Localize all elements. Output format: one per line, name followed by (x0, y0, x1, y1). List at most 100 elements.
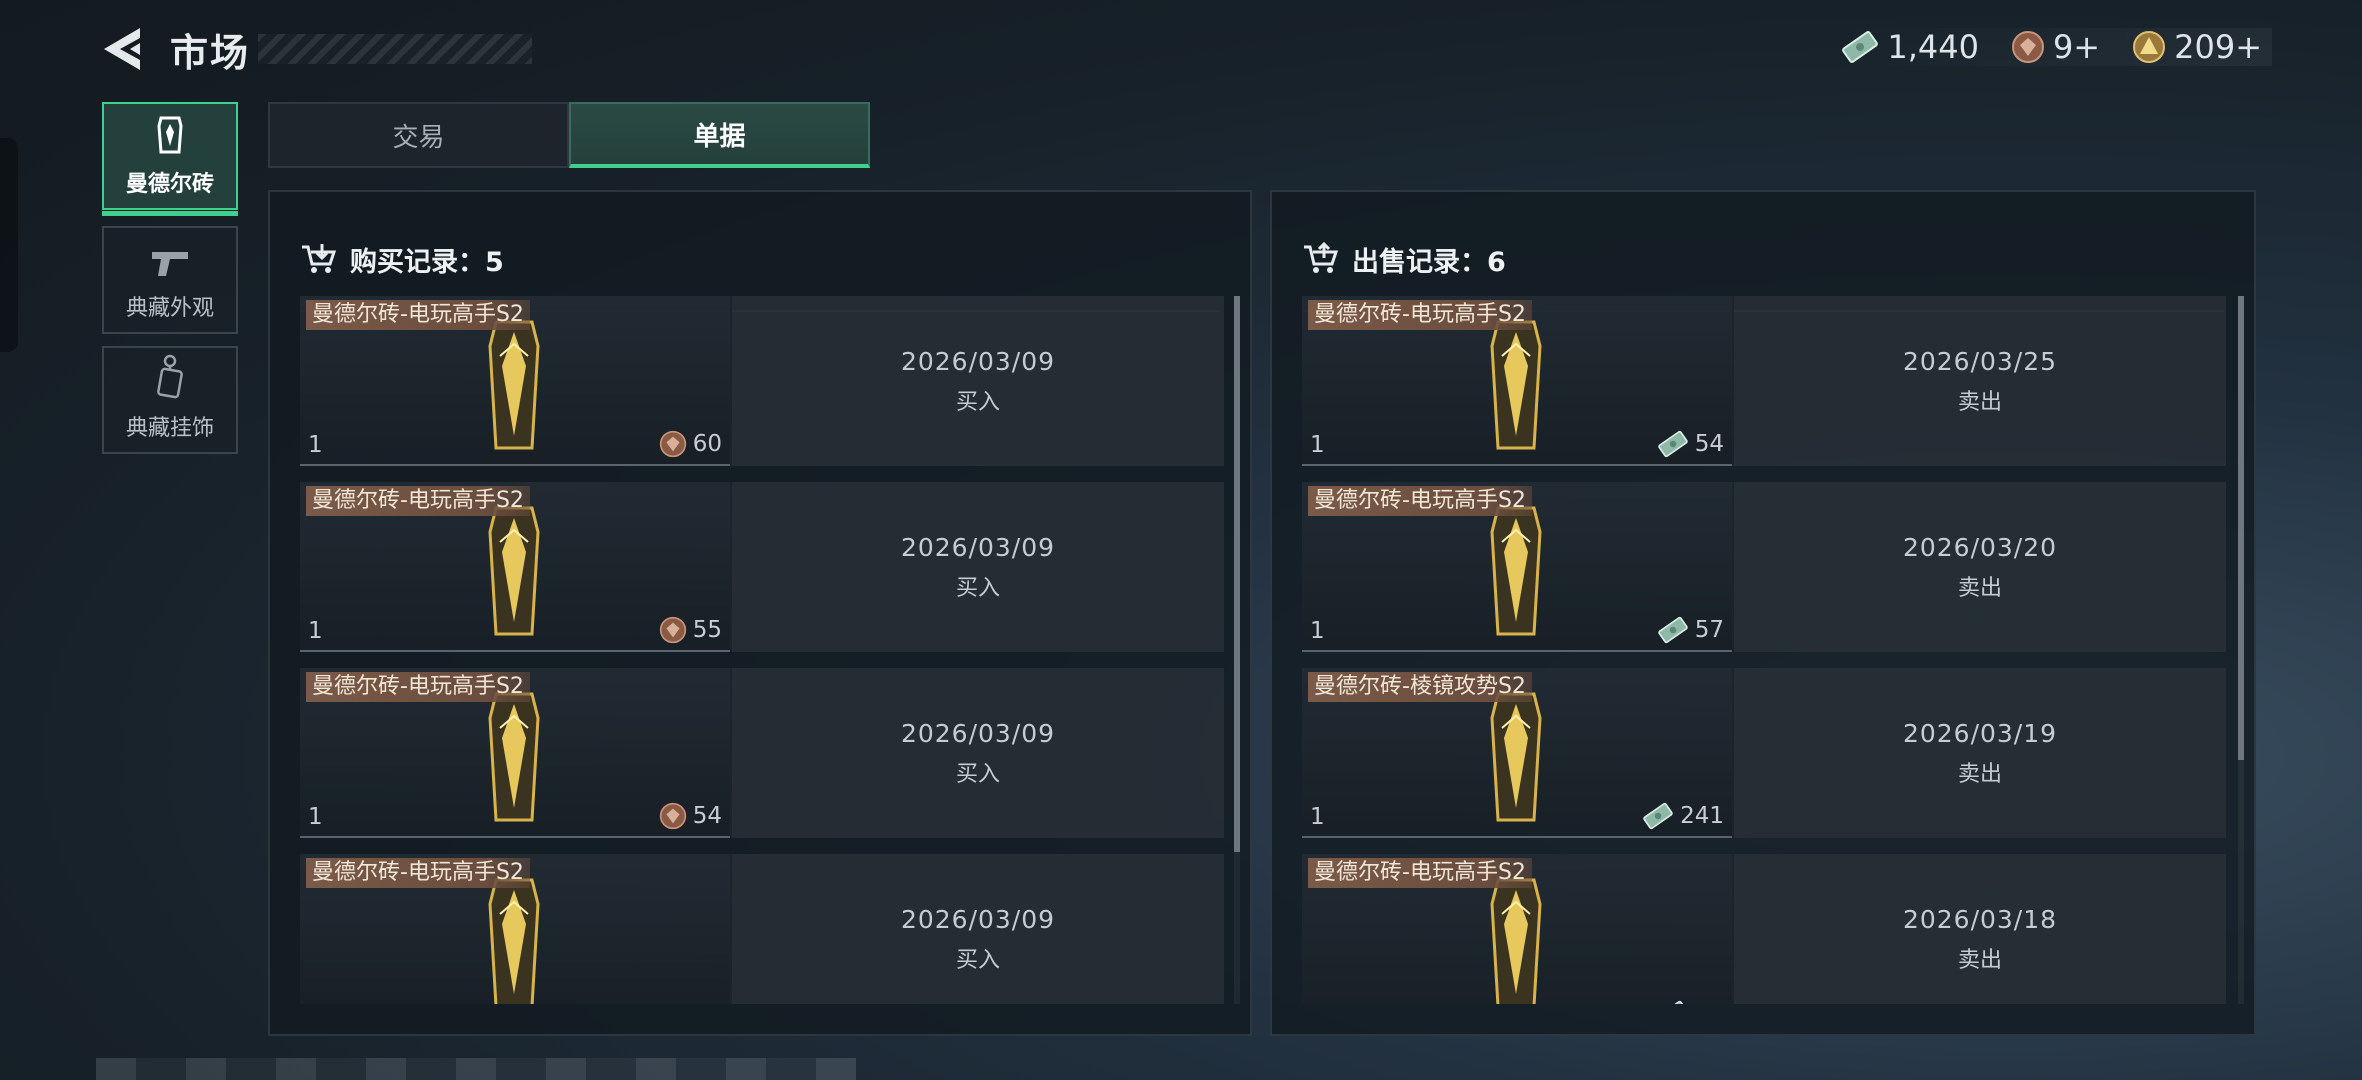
item-quantity: 1 (1310, 432, 1325, 458)
item-card[interactable]: 曼德尔砖-电玩高手S2 1 60 (300, 296, 730, 466)
record-action: 卖出 (1957, 761, 2002, 787)
back-arrow-icon[interactable] (100, 26, 144, 72)
price-value: 55 (692, 617, 722, 643)
item-card[interactable]: 曼德尔砖-电玩高手S2 1 54 (1302, 296, 1732, 466)
item-name: 曼德尔砖-电玩高手S2 (306, 672, 530, 702)
item-price: 57 (1657, 1000, 1724, 1004)
item-card[interactable]: 曼德尔砖-电玩高手S2 1 57 (1302, 854, 1732, 1004)
scroll-thumb[interactable] (2238, 296, 2244, 760)
mandel-brick-item-icon (1490, 692, 1542, 822)
banknote-amount: 1,440 (1887, 28, 1979, 66)
record-action: 买入 (955, 389, 1000, 415)
sales-list[interactable]: 曼德尔砖-电玩高手S2 1 54 2026/03/25 卖出 曼德尔砖-电玩高手… (1302, 296, 2226, 1004)
item-quantity: 1 (1310, 804, 1325, 830)
item-name: 曼德尔砖-电玩高手S2 (306, 300, 530, 330)
list-item[interactable]: 曼德尔砖-电玩高手S2 1 57 2026/03/18 卖出 (1302, 854, 2226, 1004)
item-card[interactable]: 曼德尔砖-棱镜攻势S2 1 241 (1302, 668, 1732, 838)
list-item[interactable]: 曼德尔砖-电玩高手S2 1 57 2026/03/20 卖出 (1302, 482, 2226, 652)
item-name: 曼德尔砖-电玩高手S2 (1308, 300, 1532, 330)
banknote-icon (1657, 430, 1688, 458)
mandel-brick-item-icon (1490, 878, 1542, 1004)
item-price: 54 (1657, 430, 1724, 458)
cart-in-icon (302, 244, 336, 273)
item-price: 60 (659, 430, 722, 458)
mandel-brick-item-icon (488, 878, 540, 1004)
currency-bronze: 9+ (2011, 28, 2100, 66)
record-info: 2026/03/09 买入 (730, 854, 1224, 1004)
page-title: 市场 (170, 31, 251, 75)
item-card[interactable]: 曼德尔砖-电玩高手S2 1 55 (300, 482, 730, 652)
banknote-icon (1657, 616, 1688, 644)
list-item[interactable]: 曼德尔砖-电玩高手S2 1 60 2026/03/09 买入 (300, 296, 1224, 466)
purchase-list[interactable]: 曼德尔砖-电玩高手S2 1 60 2026/03/09 买入 曼德尔砖-电玩高手… (300, 296, 1224, 1004)
record-date: 2026/03/09 (900, 532, 1056, 562)
scroll-thumb[interactable] (1234, 296, 1240, 852)
record-info: 2026/03/20 卖出 (1732, 482, 2226, 652)
sidebar-item-label: 典藏挂饰 (125, 416, 214, 441)
record-action: 卖出 (1957, 389, 2002, 415)
price-value: 60 (692, 431, 722, 457)
bronze-coin-icon (659, 616, 686, 644)
sales-title: 出售记录：6 (1352, 246, 1506, 278)
bronze-coin-icon (659, 802, 686, 830)
edge-handle[interactable] (0, 138, 18, 352)
item-name: 曼德尔砖-电玩高手S2 (1308, 858, 1532, 888)
item-name: 曼德尔砖-电玩高手S2 (306, 858, 530, 888)
item-name: 曼德尔砖-棱镜攻势S2 (1308, 672, 1532, 702)
pistol-icon (152, 252, 188, 276)
tab-orders[interactable]: 单据 (569, 102, 870, 168)
charm-tag-icon (157, 354, 183, 399)
sales-scrollbar[interactable] (2238, 296, 2244, 1004)
record-date: 2026/03/20 (1902, 532, 2058, 562)
banknote-icon (1842, 31, 1879, 63)
item-card[interactable]: 曼德尔砖-电玩高手S2 1 57 (1302, 482, 1732, 652)
sales-records-panel: 出售记录：6 曼德尔砖-电玩高手S2 1 54 2026/03/25 卖出 曼德… (1270, 190, 2256, 1036)
list-item[interactable]: 曼德尔砖-电玩高手S2 1 54 2026/03/09 买入 (300, 668, 1224, 838)
list-item[interactable]: 曼德尔砖-电玩高手S2 1 54 2026/03/25 卖出 (1302, 296, 2226, 466)
gold-amount: 209+ (2174, 28, 2262, 66)
item-price: 54 (659, 802, 722, 830)
item-card[interactable]: 曼德尔砖-电玩高手S2 1 54 (300, 668, 730, 838)
record-info: 2026/03/19 卖出 (1732, 668, 2226, 838)
record-action: 买入 (955, 947, 1000, 973)
item-quantity: 1 (1310, 1002, 1325, 1004)
record-date: 2026/03/18 (1902, 904, 2058, 934)
item-price: 57 (1657, 616, 1724, 644)
mandel-brick-item-icon (1490, 506, 1542, 636)
list-item[interactable]: 曼德尔砖-棱镜攻势S2 1 241 2026/03/19 卖出 (1302, 668, 2226, 838)
cart-out-icon (1304, 242, 1338, 273)
sidebar-item-label: 曼德尔砖 (125, 172, 214, 197)
item-name: 曼德尔砖-电玩高手S2 (306, 486, 530, 516)
list-item[interactable]: 曼德尔砖-电玩高手S2 1 55 2026/03/09 买入 (300, 482, 1224, 652)
item-quantity: 1 (308, 432, 323, 458)
sidebar-item-collection-skins[interactable]: 典藏外观 (102, 226, 238, 334)
item-card[interactable]: 曼德尔砖-电玩高手S2 (300, 854, 730, 1004)
sidebar-item-collection-charms[interactable]: 典藏挂饰 (102, 346, 238, 454)
banknote-icon (1643, 802, 1673, 830)
item-name: 曼德尔砖-电玩高手S2 (1308, 486, 1532, 516)
list-item[interactable]: 曼德尔砖-电玩高手S2 2026/03/09 买入 (300, 854, 1224, 1004)
price-value: 54 (692, 803, 722, 829)
tab-trade[interactable]: 交易 (268, 102, 569, 168)
purchase-title: 购买记录：5 (350, 246, 504, 278)
record-date: 2026/03/09 (900, 718, 1056, 748)
title-decoration (258, 34, 532, 64)
record-action: 卖出 (1957, 947, 2002, 973)
record-info: 2026/03/09 买入 (730, 482, 1224, 652)
item-quantity: 1 (1310, 618, 1325, 644)
mandel-brick-item-icon (488, 692, 540, 822)
tab-bar: 交易 单据 (268, 102, 870, 168)
price-value: 57 (1694, 617, 1724, 643)
sidebar-item-mandel-brick[interactable]: 曼德尔砖 (102, 102, 238, 216)
record-action: 卖出 (1957, 575, 2002, 601)
bronze-coin-icon (659, 430, 686, 458)
purchase-scrollbar[interactable] (1234, 296, 1240, 1004)
currency-gold: 209+ (2132, 28, 2262, 66)
record-action: 买入 (955, 575, 1000, 601)
record-date: 2026/03/25 (1902, 346, 2058, 376)
item-price: 55 (659, 616, 722, 644)
bronze-coin-icon (2011, 31, 2044, 63)
mandel-brick-icon (157, 116, 183, 154)
bottom-blurred-strip (96, 1058, 856, 1080)
currency-bar: 1,440 9+ 209+ (1831, 28, 2272, 66)
